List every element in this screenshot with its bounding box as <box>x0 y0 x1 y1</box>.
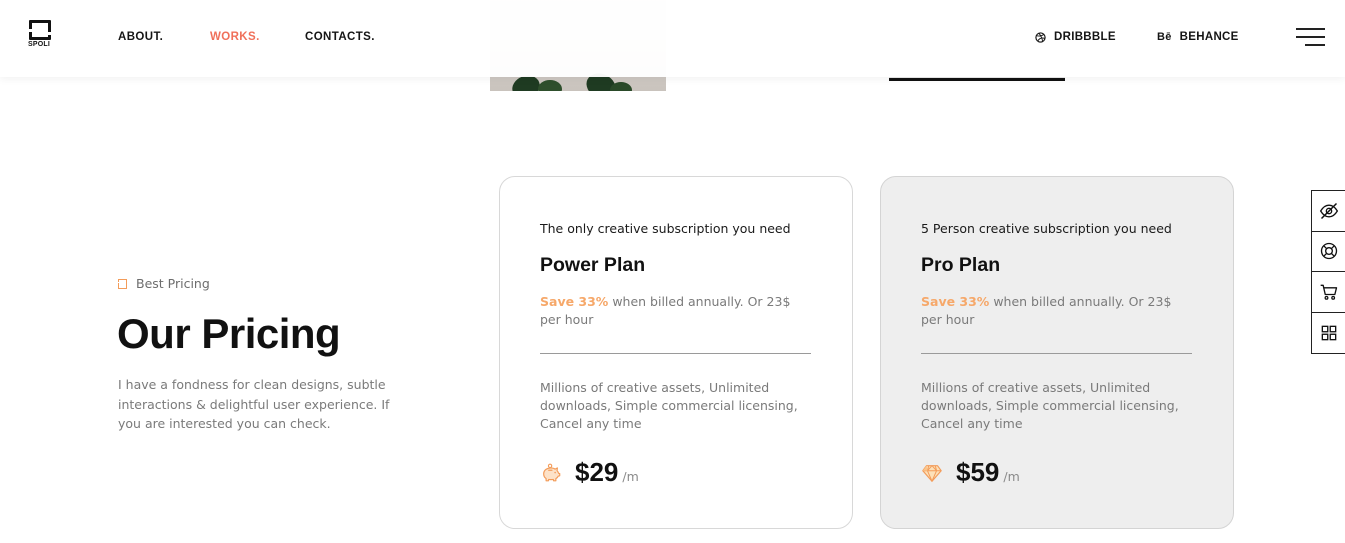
toolbar-button-hide[interactable] <box>1312 191 1345 232</box>
logo-mark-icon <box>29 20 52 40</box>
pricing-card-power[interactable]: The only creative subscription you need … <box>499 176 853 529</box>
plan-description: Millions of creative assets, Unlimited d… <box>540 380 798 431</box>
lifebuoy-icon <box>1320 243 1337 260</box>
cart-icon <box>1320 284 1337 300</box>
save-highlight: Save 33% <box>921 294 990 309</box>
plan-name: Pro Plan <box>921 254 1001 276</box>
site-header: SPOLI ABOUT. WORKS. CONTACTS. DRIBBBLE B… <box>0 0 1345 77</box>
piggy-bank-icon <box>543 463 561 481</box>
plan-price-row: $59 /m <box>921 457 1020 488</box>
social-label-behance: BEHANCE <box>1179 31 1239 43</box>
floating-toolbar <box>1311 190 1345 354</box>
plan-description: Millions of creative assets, Unlimited d… <box>921 380 1179 431</box>
nav-link-about[interactable]: ABOUT. <box>118 31 163 43</box>
logo[interactable]: SPOLI <box>28 20 54 50</box>
social-label-dribbble: DRIBBBLE <box>1054 31 1116 43</box>
logo-mark-small-icon <box>117 278 127 289</box>
save-highlight: Save 33% <box>540 294 609 309</box>
section-title: Our Pricing <box>117 310 341 357</box>
plan-subtitle: The only creative subscription you need <box>540 221 791 236</box>
section-description: I have a fondness for clean designs, sub… <box>118 377 390 431</box>
plan-price: $59 <box>956 457 1000 487</box>
card-divider <box>921 353 1192 354</box>
behance-icon: Bē <box>1157 31 1172 43</box>
nav-link-works[interactable]: WORKS. <box>210 31 260 43</box>
grid-icon <box>1321 325 1336 341</box>
eyebrow-label: Best Pricing <box>136 276 210 291</box>
card-divider <box>540 353 811 354</box>
section-eyebrow: Best Pricing <box>117 276 210 291</box>
logo-text: SPOLI <box>28 41 51 48</box>
social-link-behance[interactable]: Bē BEHANCE <box>1157 31 1239 43</box>
nav-link-contacts[interactable]: CONTACTS. <box>305 31 375 43</box>
plan-period: /m <box>1003 469 1020 484</box>
eye-off-icon <box>1319 202 1338 219</box>
pricing-card-pro[interactable]: 5 Person creative subscription you need … <box>880 176 1234 529</box>
diamond-icon <box>922 464 942 482</box>
toolbar-button-cart[interactable] <box>1312 272 1345 313</box>
toolbar-button-support[interactable] <box>1312 232 1345 272</box>
dribbble-icon <box>1035 31 1046 43</box>
plan-save-note: Save 33% when billed annually. Or 23$ pe… <box>540 293 815 329</box>
plan-price-row: $29 /m <box>540 457 639 488</box>
hamburger-icon[interactable] <box>1296 28 1325 46</box>
social-link-dribbble[interactable]: DRIBBBLE <box>1035 31 1116 43</box>
plan-price: $29 <box>575 457 619 487</box>
toolbar-button-demos[interactable] <box>1312 313 1345 354</box>
plan-subtitle: 5 Person creative subscription you need <box>921 221 1172 236</box>
plan-period: /m <box>622 469 639 484</box>
plan-name: Power Plan <box>540 254 646 276</box>
plan-save-note: Save 33% when billed annually. Or 23$ pe… <box>921 293 1196 329</box>
